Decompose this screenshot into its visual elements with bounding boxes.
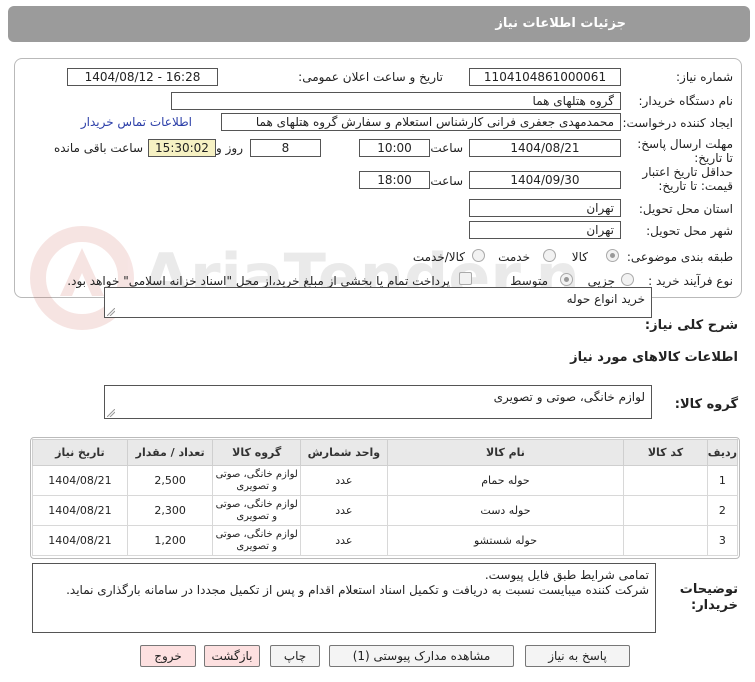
col-header-date: تاریخ نیاز [32,439,128,466]
category-radio-service[interactable] [543,249,556,262]
row-code [623,465,708,496]
row-index: 3 [706,525,739,556]
row-group: لوازم خانگی، صوتی و تصویری [212,525,302,556]
process-option-minor: جزیی [587,274,615,288]
row-qty: 2,300 [126,495,214,526]
validity-time-field: 18:00 [359,171,430,189]
category-option-both: کالا/خدمت [412,250,465,264]
province-label: استان محل تحویل: [638,202,733,216]
buyer-notes-box: تمامی شرایط طبق فایل پیوست. شرکت کننده م… [32,563,656,633]
process-radio-minor[interactable] [621,273,634,286]
process-option-medium: متوسط [510,274,548,288]
category-label: طبقه بندی موضوعی: [626,250,733,264]
days-count-field: 8 [250,139,321,157]
row-name: حوله دست [386,495,625,526]
category-option-service: خدمت [498,250,530,264]
process-radio-medium[interactable] [560,273,573,286]
contact-info-link[interactable]: اطلاعات تماس خریدار [81,115,192,129]
buyer-org-label: نام دستگاه خریدار: [638,94,734,108]
treasury-payment-note: پرداخت تمام یا بخشی از مبلغ خرید،از محل … [67,274,450,288]
category-radio-both[interactable] [472,249,485,262]
goods-group-textarea[interactable]: لوازم خانگی، صوتی و تصویری [104,385,652,419]
requester-field: محمدمهدی جعفری فرانی کارشناس استعلام و س… [221,113,621,131]
buyer-notes-line-2: شرکت کننده میبایست نسبت به دریافت و تکمی… [66,583,649,597]
remaining-time-field: 15:30:02 [148,139,216,157]
col-header-unit: واحد شمارش [300,439,388,466]
resize-grip-icon[interactable] [107,409,115,417]
goods-group-label: گروه کالا: [674,397,738,412]
goods-section-title: اطلاعات کالاهای مورد نیاز [570,350,738,365]
row-unit: عدد [300,525,388,556]
row-unit: عدد [300,465,388,496]
items-table: ردیف کد کالا نام کالا واحد شمارش گروه کا… [32,439,739,556]
category-option-goods: کالا [571,250,588,264]
validity-time-label: ساعت [430,174,463,188]
announce-label: تاریخ و ساعت اعلان عمومی: [298,70,443,84]
city-label: شهر محل تحویل: [646,224,733,238]
row-unit: عدد [300,495,388,526]
row-date: 1404/08/21 [32,495,128,526]
col-header-group: گروه کالا [212,439,302,466]
remaining-label: ساعت باقی مانده [53,141,143,155]
row-index: 2 [706,495,739,526]
col-header-name: نام کالا [386,439,625,466]
need-number-label: شماره نیاز: [676,70,733,84]
requester-label: ایجاد کننده درخواست: [622,116,733,130]
goods-group-text: لوازم خانگی، صوتی و تصویری [493,390,645,404]
row-group: لوازم خانگی، صوتی و تصویری [212,495,302,526]
deadline-time-field: 10:00 [359,139,430,157]
attachments-button[interactable]: مشاهده مدارک پیوستی (1) [329,645,514,667]
validity-label: حداقل تاریخ اعتبار قیمت: تا تاریخ: [642,165,733,193]
treasury-payment-checkbox[interactable] [459,272,472,285]
col-header-index: ردیف [706,439,739,466]
col-header-code: کد کالا [623,439,708,466]
row-code [623,495,708,526]
row-qty: 2,500 [126,465,214,496]
row-date: 1404/08/21 [32,525,128,556]
category-radio-goods[interactable] [606,249,619,262]
province-field: تهران [469,199,621,217]
table-row[interactable]: 3 حوله شستشو عدد لوازم خانگی، صوتی و تصو… [32,525,739,556]
buyer-notes-line-1: تمامی شرایط طبق فایل پیوست. [484,568,649,582]
back-button[interactable]: بازگشت [204,645,260,667]
row-group: لوازم خانگی، صوتی و تصویری [212,465,302,496]
deadline-time-label: ساعت [430,141,463,155]
exit-button[interactable]: خروج [140,645,196,667]
summary-textarea[interactable]: خرید انواع حوله [104,287,652,318]
table-row[interactable]: 1 حوله حمام عدد لوازم خانگی، صوتی و تصوی… [32,465,739,496]
summary-label: شرح کلی نیاز: [644,318,738,333]
validity-date-field: 1404/09/30 [469,171,621,189]
col-header-qty: تعداد / مقدار [126,439,214,466]
row-index: 1 [706,465,739,496]
resize-grip-icon[interactable] [107,308,115,316]
days-and-label: روز و [216,141,243,155]
buyer-org-field: گروه هتلهای هما [171,92,621,110]
deadline-label: مهلت ارسال پاسخ: تا تاریخ: [637,137,733,165]
row-qty: 1,200 [126,525,214,556]
table-header-row: ردیف کد کالا نام کالا واحد شمارش گروه کا… [32,439,739,466]
announce-datetime-field: 1404/08/12 - 16:28 [67,68,218,86]
city-field: تهران [469,221,621,239]
summary-text: خرید انواع حوله [566,292,645,306]
row-name: حوله شستشو [386,525,625,556]
print-button[interactable]: چاپ [270,645,320,667]
row-date: 1404/08/21 [32,465,128,496]
need-number-field: 1104104861000061 [469,68,621,86]
row-code [623,525,708,556]
buyer-notes-label: توضیحات خریدار: [679,582,738,613]
deadline-date-field: 1404/08/21 [469,139,621,157]
page-title-bar: جزئیات اطلاعات نیاز [8,6,750,42]
row-name: حوله حمام [386,465,625,496]
process-label: نوع فرآیند خرید : [648,274,733,288]
reply-button[interactable]: پاسخ به نیاز [525,645,630,667]
page-title: جزئیات اطلاعات نیاز [495,16,626,31]
table-row[interactable]: 2 حوله دست عدد لوازم خانگی، صوتی و تصویر… [32,495,739,526]
